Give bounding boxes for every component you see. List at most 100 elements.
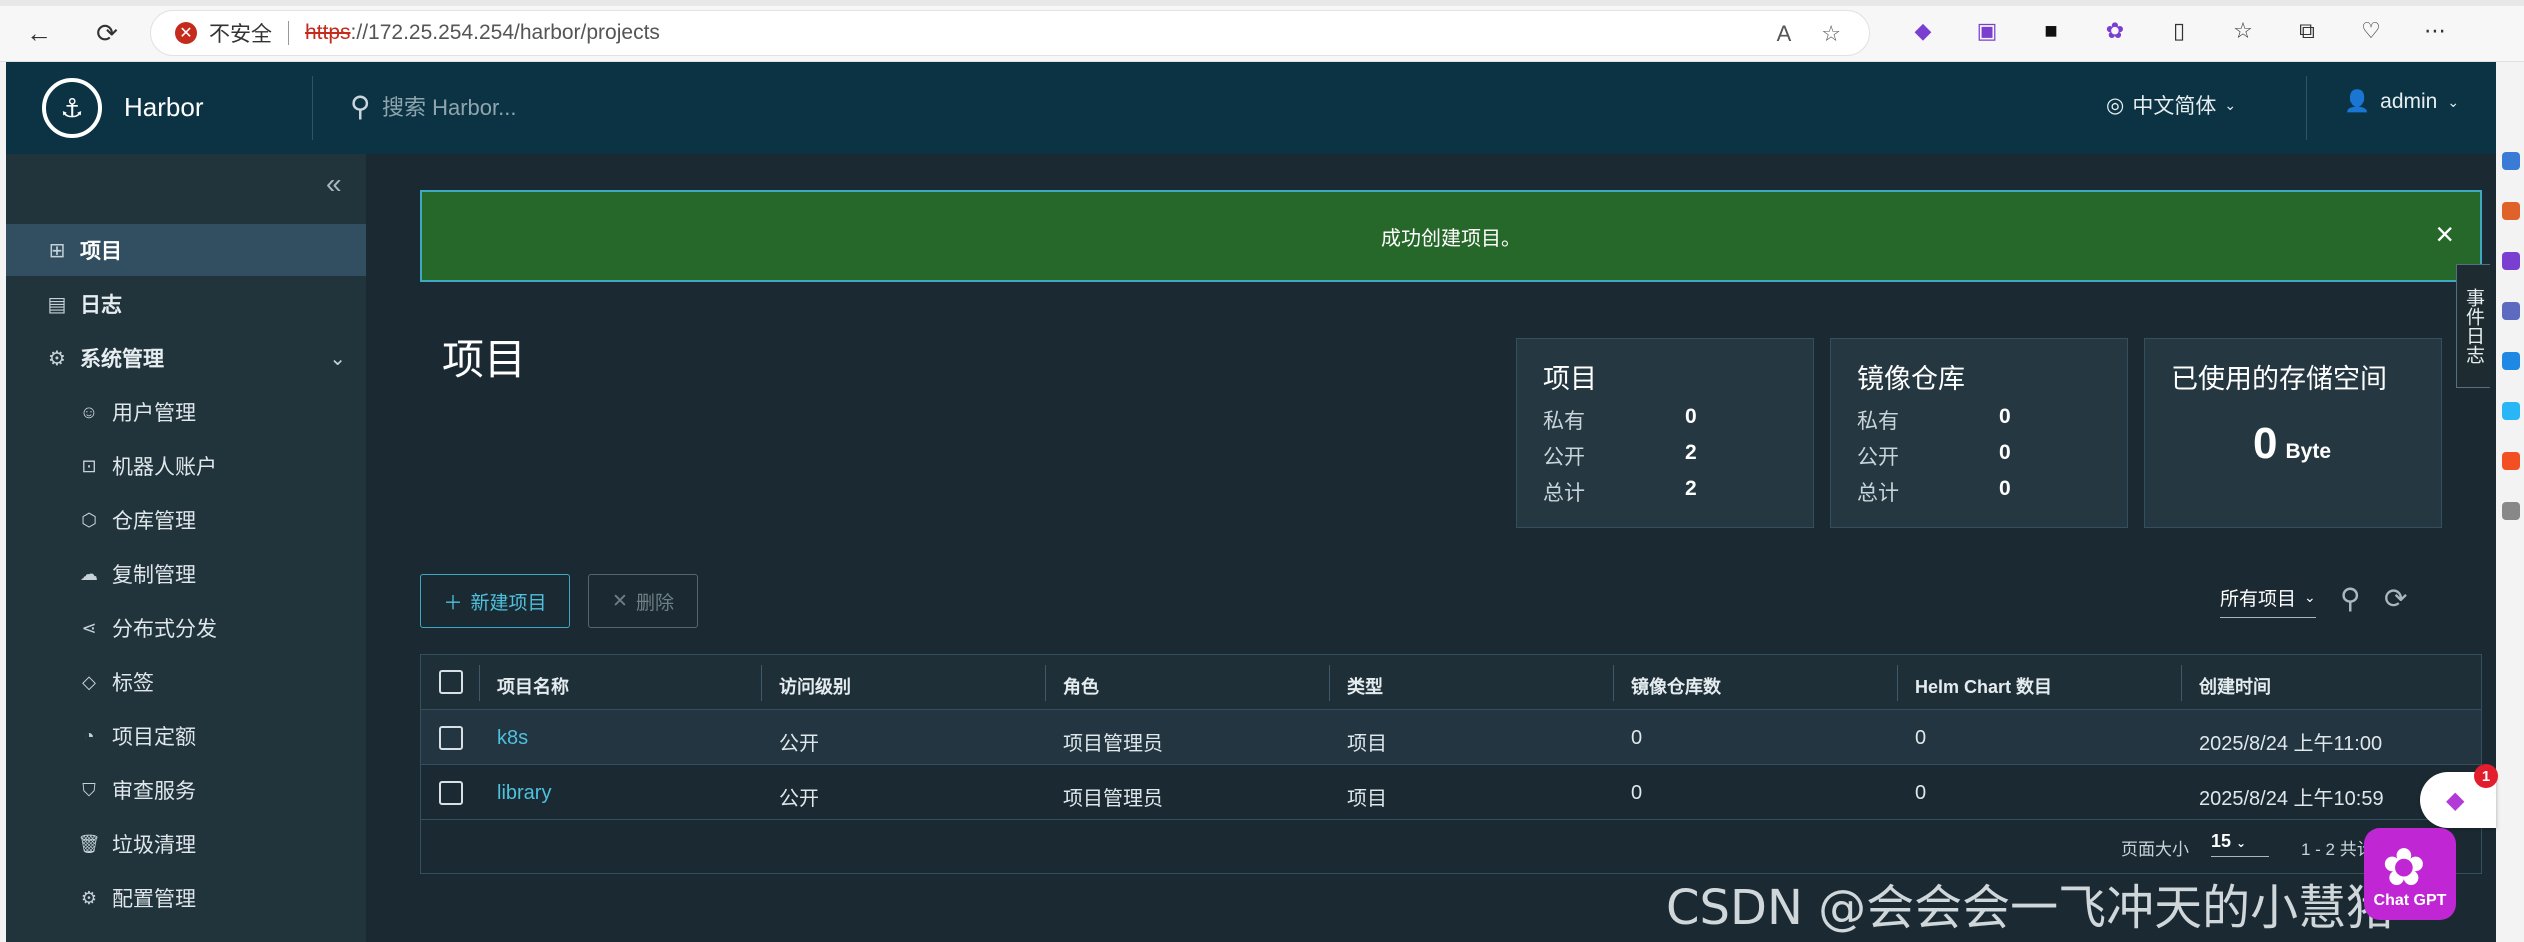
sidebar-app-icon[interactable] (2502, 452, 2520, 470)
sidebar-item-logs[interactable]: ▤ 日志 (6, 278, 366, 330)
extension-pin-icon[interactable]: ◆ (1908, 16, 1938, 46)
chevron-down-icon: ⌄ (2224, 96, 2237, 113)
column-header-type[interactable]: 类型 (1347, 673, 1383, 699)
sidebar-item-label: 审查服务 (112, 780, 196, 803)
close-icon[interactable]: × (2435, 218, 2454, 250)
column-header-access[interactable]: 访问级别 (779, 673, 851, 699)
sidebar-app-icon[interactable] (2502, 352, 2520, 370)
extension-brain-icon[interactable]: ✿ (2100, 16, 2130, 46)
extension-dark-icon[interactable]: ■ (2036, 16, 2066, 46)
sidebar-item-label: 系统管理 (80, 348, 164, 371)
page-size-value: 15 (2211, 831, 2232, 851)
sidebar-item-quotas[interactable]: ◔ 项目定额 (6, 710, 366, 762)
sidebar-app-icon[interactable] (2502, 152, 2520, 170)
sidebar-item-configuration[interactable]: ⚙ 配置管理 (6, 872, 366, 924)
table-row[interactable]: library 公开 项目管理员 项目 0 0 2025/8/24 上午10:5… (421, 765, 2481, 820)
language-label: 中文简体 (2132, 95, 2217, 118)
sidebar-app-icon[interactable] (2502, 252, 2520, 270)
address-bar[interactable]: ✕ 不安全 https://172.25.254.254/harbor/proj… (150, 10, 1870, 56)
table-row[interactable]: k8s 公开 项目管理员 项目 0 0 2025/8/24 上午11:00 (421, 710, 2481, 765)
column-divider (761, 665, 762, 701)
column-divider (1045, 665, 1046, 701)
public-label: 公开 (1543, 446, 1585, 469)
user-menu[interactable]: 👤 admin ⌄ (2344, 90, 2459, 114)
pin-icon: ◆ (2446, 787, 2465, 814)
public-label: 公开 (1857, 446, 1899, 469)
row-checkbox[interactable] (439, 781, 463, 805)
sidebar-item-distributions[interactable]: ⋖ 分布式分发 (6, 602, 366, 654)
notification-widget[interactable]: ◆ 1 (2420, 764, 2498, 828)
column-header-repo-count[interactable]: 镜像仓库数 (1631, 673, 1721, 699)
sidebar-item-admin[interactable]: ⚙ 系统管理 ⌄ (6, 332, 366, 384)
sidebar-item-users[interactable]: ☺ 用户管理 (6, 386, 366, 438)
sidebar-item-registries[interactable]: ⬡ 仓库管理 (6, 494, 366, 546)
card-title: 镜像仓库 (1857, 364, 1965, 394)
new-project-button[interactable]: ＋ 新建项目 (420, 574, 570, 628)
main-content: 成功创建项目。 × 事件日志 项目 项目 私有 0 公开 2 总计 2 镜像仓库… (366, 154, 2496, 942)
reload-button[interactable]: ⟳ (90, 16, 124, 50)
role: 项目管理员 (1063, 788, 1163, 810)
sidebar-app-icon[interactable] (2502, 302, 2520, 320)
sidebar-item-label: 项目 (80, 240, 122, 263)
column-header-chart-count[interactable]: Helm Chart 数目 (1915, 673, 2052, 699)
success-alert: 成功创建项目。 × (420, 190, 2482, 282)
project-filter-select[interactable]: 所有项目 ⌄ (2220, 584, 2316, 618)
collapse-sidebar-icon[interactable]: « (326, 168, 342, 200)
brand-name[interactable]: Harbor (124, 92, 203, 123)
harbor-app: ⚓ Harbor ⚲ ◎ 中文简体 ⌄ 👤 admin ⌄ « ⊞ 项目 ▤ 日… (6, 62, 2496, 942)
repo-count: 0 (1631, 782, 1643, 804)
storage-used: 0 Byte (2253, 419, 2331, 469)
extension-bar: ◆ ▣ ■ ✿ ▯ ☆ ⧉ ♡ ⋯ (1908, 16, 2450, 46)
globe-icon: ◎ (2106, 93, 2125, 117)
column-header-role[interactable]: 角色 (1063, 673, 1099, 699)
event-log-tab[interactable]: 事件日志 (2456, 264, 2490, 388)
column-divider (1897, 665, 1898, 701)
chevron-down-icon: ⌄ (2447, 93, 2460, 110)
plus-icon: ＋ (443, 592, 463, 614)
public-count: 0 (1999, 441, 2011, 464)
delete-button[interactable]: ✕ 删除 (588, 574, 698, 628)
browser-essentials-icon[interactable]: ♡ (2356, 16, 2386, 46)
gear-icon: ⚙ (80, 887, 98, 908)
sidebar-item-projects[interactable]: ⊞ 项目 (6, 224, 366, 276)
sidebar-item-interrogation-services[interactable]: ⛉ 审查服务 (6, 764, 366, 816)
creation-time: 2025/8/24 上午10:59 (2199, 788, 2384, 810)
sidebar-item-replications[interactable]: ☁ 复制管理 (6, 548, 366, 600)
pagination-summary: 1 - 2 共计 (2301, 840, 2374, 859)
harbor-logo-icon[interactable]: ⚓ (42, 78, 102, 138)
page-size-select[interactable]: 15 ⌄ (2211, 831, 2269, 857)
language-selector[interactable]: ◎ 中文简体 ⌄ (2106, 90, 2236, 120)
collections-icon[interactable]: ⧉ (2292, 16, 2322, 46)
refresh-icon[interactable]: ⟳ (2384, 582, 2407, 615)
select-all-checkbox[interactable] (439, 670, 463, 694)
alert-message: 成功创建项目。 (1381, 227, 1521, 250)
delete-label: 删除 (635, 592, 674, 614)
extension-square-icon[interactable]: ▣ (1972, 16, 2002, 46)
more-menu-icon[interactable]: ⋯ (2420, 16, 2450, 46)
sidebar-app-icon[interactable] (2502, 202, 2520, 220)
favorite-star-icon[interactable]: ☆ (1821, 21, 1841, 47)
sidebar-item-label: 配置管理 (112, 888, 196, 911)
chatgpt-widget[interactable]: ✿ Chat GPT (2364, 828, 2456, 920)
robot-icon: ⊡ (81, 455, 97, 476)
sidebar-item-label: 用户管理 (112, 402, 196, 425)
sidebar-app-icon[interactable] (2502, 402, 2520, 420)
sidebar-add-icon[interactable] (2502, 502, 2520, 520)
search-icon[interactable]: ⚲ (2340, 582, 2361, 615)
split-screen-icon[interactable]: ▯ (2164, 16, 2194, 46)
project-name-link[interactable]: k8s (497, 727, 528, 750)
search-input[interactable] (382, 90, 982, 126)
registry-icon: ⬡ (81, 509, 97, 530)
column-header-name[interactable]: 项目名称 (497, 673, 569, 699)
flower-icon: ✿ (2382, 839, 2426, 897)
sidebar-item-garbage-collection[interactable]: 🗑 垃圾清理 (6, 818, 366, 870)
project-name-link[interactable]: library (497, 782, 551, 805)
sidebar-item-labels[interactable]: ◇ 标签 (6, 656, 366, 708)
favorites-icon[interactable]: ☆ (2228, 16, 2258, 46)
column-header-created[interactable]: 创建时间 (2199, 673, 2271, 699)
back-button[interactable]: ← (22, 16, 56, 50)
read-aloud-icon[interactable]: A (1777, 21, 1792, 47)
sidebar-item-robot-accounts[interactable]: ⊡ 机器人账户 (6, 440, 366, 492)
row-checkbox[interactable] (439, 726, 463, 750)
private-label: 私有 (1857, 410, 1899, 433)
